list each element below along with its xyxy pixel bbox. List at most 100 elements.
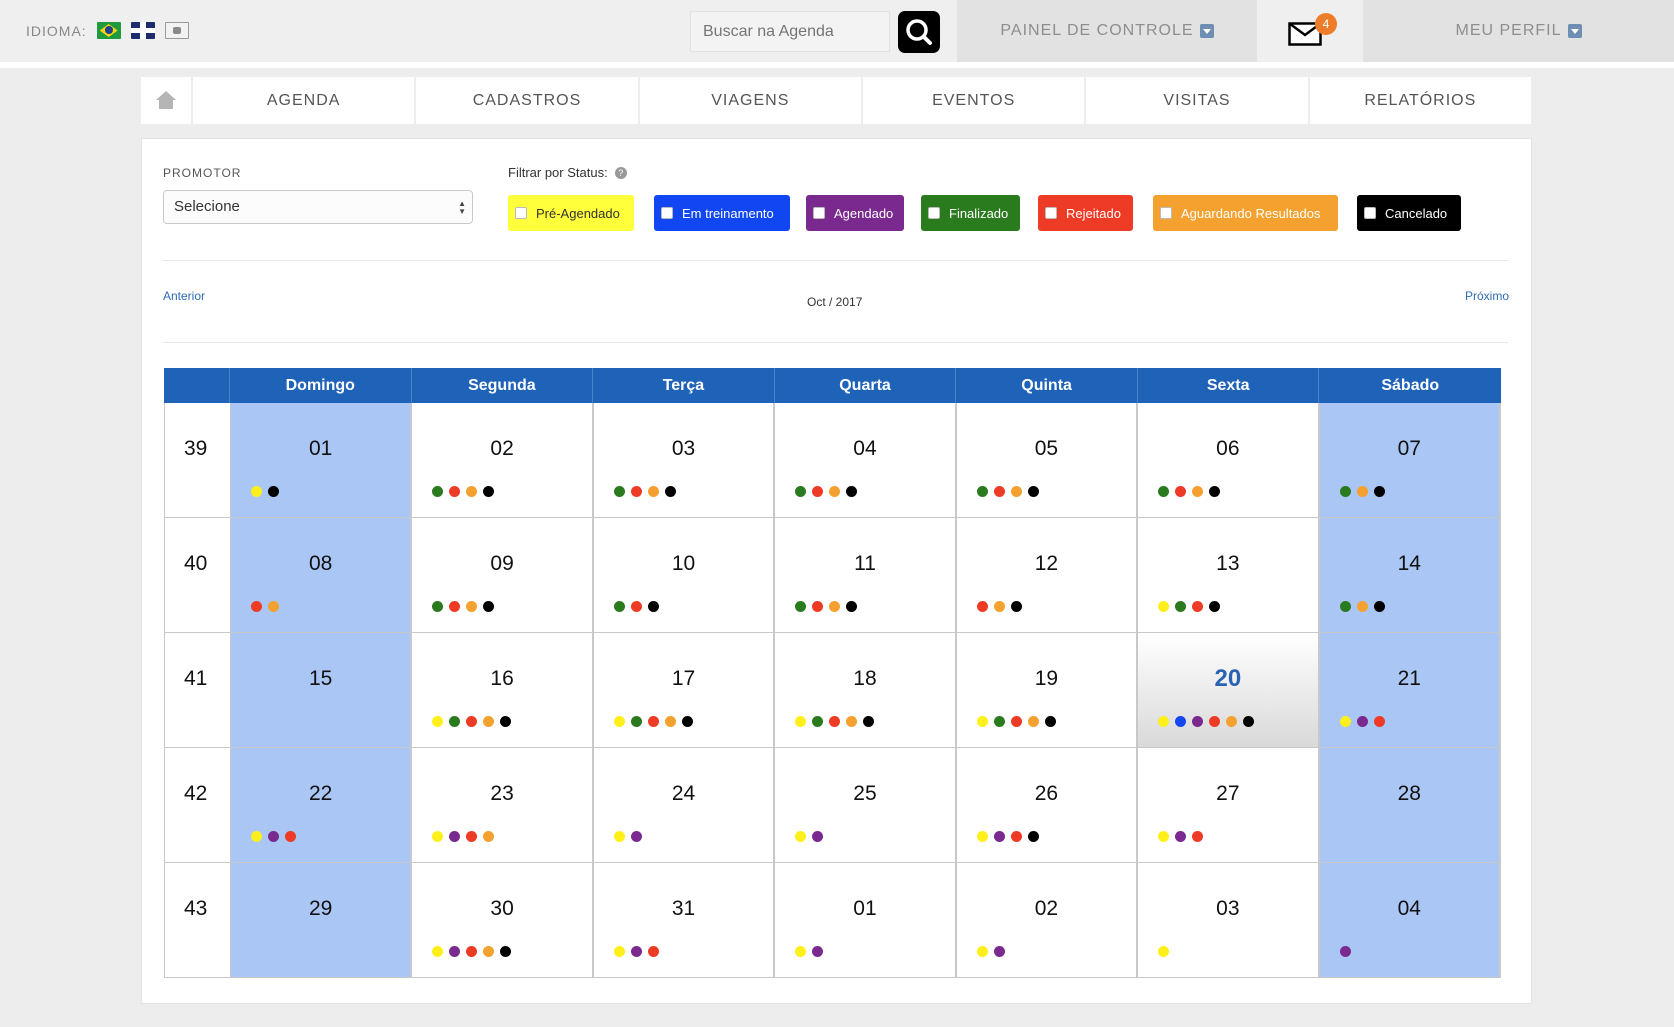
event-status-dot[interactable] <box>812 486 824 497</box>
event-status-dot[interactable] <box>812 601 824 612</box>
nav-visitas[interactable]: VISITAS <box>1086 77 1308 124</box>
event-status-dot[interactable] <box>432 486 444 497</box>
calendar-day-cell[interactable]: 31 <box>594 863 776 977</box>
event-status-dot[interactable] <box>976 486 988 497</box>
event-status-dot[interactable] <box>630 946 642 957</box>
event-status-dot[interactable] <box>993 946 1005 957</box>
status-aguardando-resultados[interactable]: Aguardando Resultados <box>1153 195 1338 231</box>
event-status-dot[interactable] <box>795 601 807 612</box>
calendar-day-cell[interactable]: 21 <box>1319 633 1502 747</box>
event-status-dot[interactable] <box>613 831 625 842</box>
event-status-dot[interactable] <box>630 716 642 727</box>
checkbox[interactable] <box>928 207 940 219</box>
event-status-dot[interactable] <box>681 716 693 727</box>
event-status-dot[interactable] <box>613 946 625 957</box>
calendar-day-cell[interactable]: 09 <box>412 518 594 632</box>
event-status-dot[interactable] <box>1339 946 1351 957</box>
event-status-dot[interactable] <box>1175 831 1187 842</box>
event-status-dot[interactable] <box>432 831 444 842</box>
calendar-day-cell[interactable]: 08 <box>230 518 413 632</box>
calendar-day-cell[interactable]: 29 <box>230 863 413 977</box>
event-status-dot[interactable] <box>1356 486 1368 497</box>
calendar-day-cell[interactable]: 03 <box>594 403 776 517</box>
home-button[interactable] <box>141 77 191 124</box>
meu-perfil-menu[interactable]: MEU PERFIL <box>1363 0 1674 62</box>
calendar-day-cell[interactable]: 26 <box>957 748 1139 862</box>
search-button[interactable] <box>898 11 940 53</box>
status-rejeitado[interactable]: Rejeitado <box>1038 195 1133 231</box>
event-status-dot[interactable] <box>449 946 461 957</box>
event-status-dot[interactable] <box>993 601 1005 612</box>
event-status-dot[interactable] <box>1010 486 1022 497</box>
event-status-dot[interactable] <box>1339 486 1351 497</box>
event-status-dot[interactable] <box>267 486 279 497</box>
event-status-dot[interactable] <box>664 716 676 727</box>
event-status-dot[interactable] <box>613 716 625 727</box>
event-status-dot[interactable] <box>267 831 279 842</box>
event-status-dot[interactable] <box>432 946 444 957</box>
calendar-day-cell[interactable]: 20 <box>1138 633 1320 747</box>
event-status-dot[interactable] <box>432 601 444 612</box>
event-status-dot[interactable] <box>613 486 625 497</box>
help-icon[interactable]: ? <box>614 166 627 179</box>
nav-viagens[interactable]: VIAGENS <box>639 77 861 124</box>
event-status-dot[interactable] <box>1027 716 1039 727</box>
event-status-dot[interactable] <box>993 716 1005 727</box>
calendar-day-cell[interactable]: 19 <box>957 633 1139 747</box>
event-status-dot[interactable] <box>466 946 478 957</box>
event-status-dot[interactable] <box>829 716 841 727</box>
calendar-day-cell[interactable]: 02 <box>957 863 1139 977</box>
event-status-dot[interactable] <box>993 486 1005 497</box>
calendar-day-cell[interactable]: 30 <box>412 863 594 977</box>
event-status-dot[interactable] <box>1209 601 1221 612</box>
nav-eventos[interactable]: EVENTOS <box>862 77 1085 124</box>
event-status-dot[interactable] <box>449 486 461 497</box>
calendar-day-cell[interactable]: 22 <box>230 748 413 862</box>
event-status-dot[interactable] <box>795 831 807 842</box>
event-status-dot[interactable] <box>613 601 625 612</box>
event-status-dot[interactable] <box>846 601 858 612</box>
calendar-day-cell[interactable]: 04 <box>1319 863 1502 977</box>
calendar-day-cell[interactable]: 11 <box>775 518 957 632</box>
checkbox[interactable] <box>1045 207 1057 219</box>
event-status-dot[interactable] <box>483 486 495 497</box>
event-status-dot[interactable] <box>812 831 824 842</box>
event-status-dot[interactable] <box>1027 486 1039 497</box>
event-status-dot[interactable] <box>1158 601 1170 612</box>
next-month-link[interactable]: Próximo <box>1465 289 1509 303</box>
event-status-dot[interactable] <box>647 716 659 727</box>
calendar-day-cell[interactable]: 13 <box>1138 518 1320 632</box>
event-status-dot[interactable] <box>1010 601 1022 612</box>
nav-relatorios[interactable]: RELATÓRIOS <box>1309 77 1531 124</box>
event-status-dot[interactable] <box>1192 716 1204 727</box>
calendar-day-cell[interactable]: 27 <box>1138 748 1320 862</box>
calendar-day-cell[interactable]: 15 <box>230 633 413 747</box>
event-status-dot[interactable] <box>250 486 262 497</box>
messages-button[interactable]: 4 <box>1258 0 1362 62</box>
search-input[interactable] <box>690 11 890 52</box>
event-status-dot[interactable] <box>1158 486 1170 497</box>
spain-flag-icon[interactable] <box>164 22 189 39</box>
event-status-dot[interactable] <box>500 946 512 957</box>
event-status-dot[interactable] <box>1373 486 1385 497</box>
event-status-dot[interactable] <box>1209 716 1221 727</box>
event-status-dot[interactable] <box>1158 831 1170 842</box>
event-status-dot[interactable] <box>647 946 659 957</box>
event-status-dot[interactable] <box>284 831 296 842</box>
event-status-dot[interactable] <box>1226 716 1238 727</box>
event-status-dot[interactable] <box>1010 716 1022 727</box>
event-status-dot[interactable] <box>1356 601 1368 612</box>
status-pre-agendado[interactable]: Pré-Agendado <box>508 195 634 231</box>
event-status-dot[interactable] <box>1158 946 1170 957</box>
brazil-flag-icon[interactable] <box>96 22 121 39</box>
calendar-day-cell[interactable]: 04 <box>775 403 957 517</box>
event-status-dot[interactable] <box>500 716 512 727</box>
event-status-dot[interactable] <box>1356 716 1368 727</box>
calendar-day-cell[interactable]: 01 <box>230 403 413 517</box>
nav-cadastros[interactable]: CADASTROS <box>416 77 638 124</box>
event-status-dot[interactable] <box>976 716 988 727</box>
calendar-day-cell[interactable]: 28 <box>1319 748 1502 862</box>
status-finalizado[interactable]: Finalizado <box>921 195 1020 231</box>
calendar-day-cell[interactable]: 17 <box>594 633 776 747</box>
calendar-day-cell[interactable]: 14 <box>1319 518 1502 632</box>
